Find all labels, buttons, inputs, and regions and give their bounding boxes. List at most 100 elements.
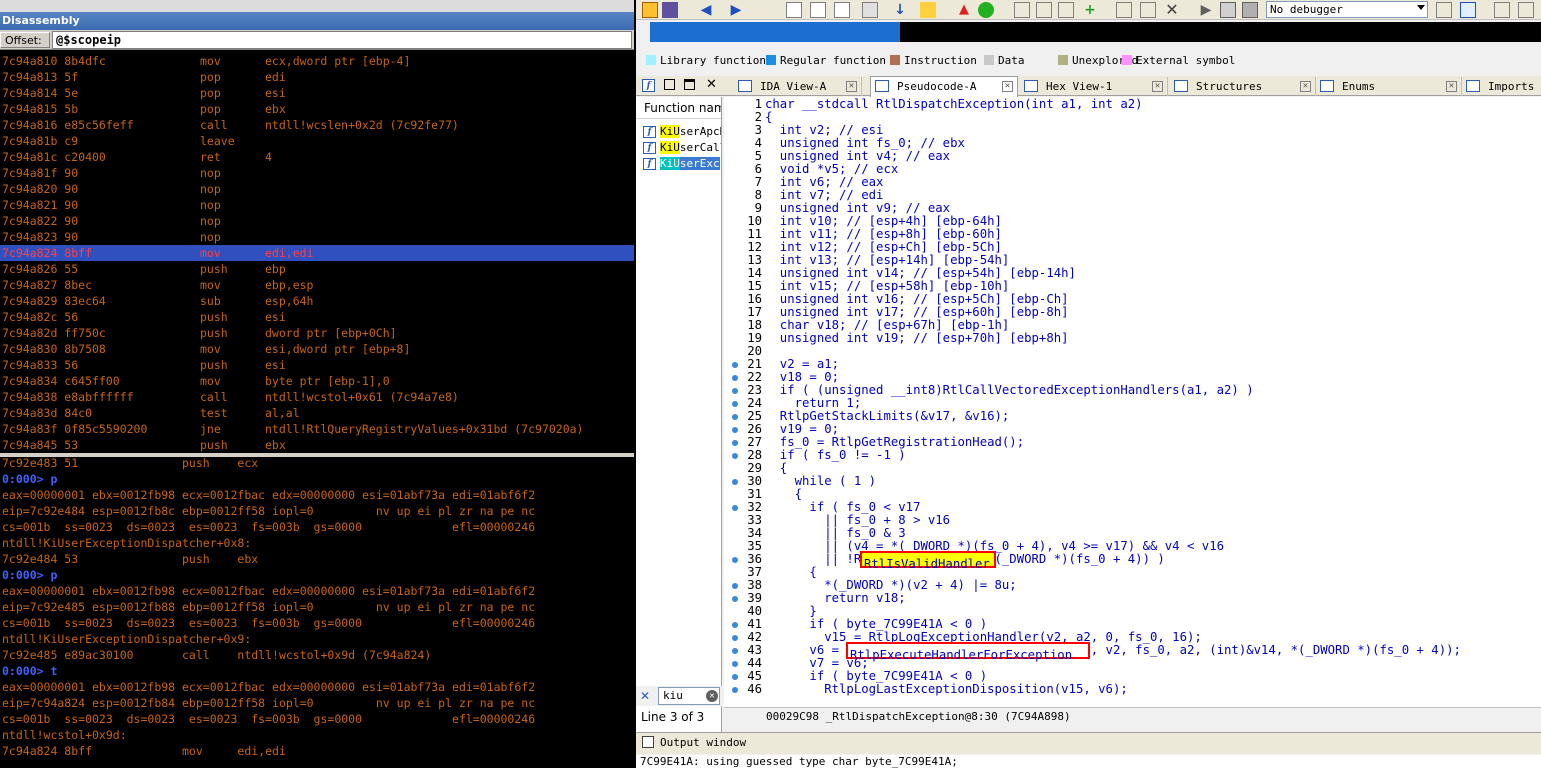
- disassembly-row[interactable]: 7c94a81b c9 leave: [0, 133, 634, 149]
- functions-header[interactable]: Function name: [636, 97, 721, 119]
- breakpoint-dot[interactable]: [732, 401, 738, 407]
- disassembly-row[interactable]: 7c94a827 8bec mov ebp,esp: [0, 277, 634, 293]
- code-line[interactable]: 25 RtlpGetStackLimits(&v17, &v16);: [724, 410, 1541, 423]
- debugger-select[interactable]: No debugger: [1266, 1, 1428, 18]
- code-icon[interactable]: [1014, 2, 1030, 18]
- disassembly-row[interactable]: 7c94a83d 84c0 test al,al: [0, 405, 634, 421]
- breakpoint-dot[interactable]: [732, 583, 738, 589]
- breakpoint-dot[interactable]: [732, 661, 738, 667]
- string-icon[interactable]: [1058, 2, 1074, 18]
- disassembly-row[interactable]: 7c94a829 83ec64 sub esp,64h: [0, 293, 634, 309]
- function-list-item[interactable]: f KiUserExc: [636, 156, 721, 172]
- output-text[interactable]: 7C99E41A: using guessed type char byte_7…: [636, 755, 1541, 768]
- breakpoint-dot[interactable]: [732, 687, 738, 693]
- restore-icon[interactable]: [664, 79, 675, 90]
- breakpoint-dot[interactable]: [732, 375, 738, 381]
- breakpoint-dot[interactable]: [732, 674, 738, 680]
- disassembly-row[interactable]: 7c94a826 55 push ebp: [0, 261, 634, 277]
- disassembly-row[interactable]: 7c94a82c 56 push esi: [0, 309, 634, 325]
- code-line[interactable]: 30 while ( 1 ): [724, 475, 1541, 488]
- disassembly-title[interactable]: Disassembly: [0, 12, 634, 30]
- disassembly-row[interactable]: 7c94a845 53 push ebx: [0, 437, 634, 453]
- disassembly-row[interactable]: 7c94a820 90 nop: [0, 181, 634, 197]
- refresh-icon[interactable]: [1460, 2, 1476, 18]
- add-icon[interactable]: +: [1082, 2, 1098, 18]
- disassembly-row[interactable]: 7c94a810 8b4dfc mov ecx,dword ptr [ebp-4]: [0, 53, 634, 69]
- text-search-icon[interactable]: [810, 2, 826, 18]
- play-icon[interactable]: ▶: [1198, 2, 1214, 18]
- tab-ida-view-a[interactable]: IDA View-A ✕: [734, 77, 862, 96]
- code-line[interactable]: 36 || !RtlIsValidHandler(*(_DWORD *)(fs_…: [724, 553, 1541, 566]
- save-icon[interactable]: [662, 2, 678, 18]
- go-icon[interactable]: [978, 2, 994, 18]
- cube-icon[interactable]: [862, 2, 878, 18]
- open-icon[interactable]: [642, 2, 658, 18]
- disassembly-row[interactable]: 7c94a821 90 nop: [0, 197, 634, 213]
- disassembly-listing[interactable]: 7c94a810 8b4dfc mov ecx,dword ptr [ebp-4] 7…: [0, 53, 634, 453]
- mark-icon[interactable]: [920, 2, 936, 18]
- code-line[interactable]: 28 if ( fs_0 != -1 ): [724, 449, 1541, 462]
- output-window-bar[interactable]: Output window: [636, 732, 1541, 754]
- highlight-executehandler[interactable]: RtlpExecuteHandlerForException: [846, 642, 1090, 662]
- command-output[interactable]: 7c92e483 51 push ecx 0:000> p eax=00000001…: [0, 455, 634, 768]
- pause-icon[interactable]: [1220, 2, 1236, 18]
- code-line[interactable]: 21 v2 = a1;: [724, 358, 1541, 371]
- jump-down-icon[interactable]: ↓: [892, 2, 908, 18]
- disassembly-row[interactable]: 7c94a83f 0f85c5590200 jne ntdll!RtlQueryRe…: [0, 421, 634, 437]
- binary-icon[interactable]: [786, 2, 802, 18]
- function-list-item[interactable]: f KiUserCall: [636, 140, 721, 156]
- tab-enums[interactable]: Enums ✕: [1316, 77, 1462, 96]
- disassembly-row[interactable]: 7c94a838 e8abffffff call ntdll!wcstol+0x61…: [0, 389, 634, 405]
- breakpoint-dot[interactable]: [732, 622, 738, 628]
- disassembly-row[interactable]: 7c94a823 90 nop: [0, 229, 634, 245]
- disassembly-row[interactable]: 7c94a81f 90 nop: [0, 165, 634, 181]
- disassembly-row[interactable]: 7c94a830 8b7508 mov esi,dword ptr [ebp+8]: [0, 341, 634, 357]
- breakpoint-dot[interactable]: [732, 362, 738, 368]
- tab-close-icon[interactable]: ✕: [1152, 81, 1163, 92]
- search-close-icon[interactable]: ✕: [640, 689, 650, 703]
- struct-icon[interactable]: [1140, 2, 1156, 18]
- breakpoint-dot[interactable]: [732, 479, 738, 485]
- breakpoint-dot[interactable]: [732, 427, 738, 433]
- float-icon[interactable]: [684, 79, 695, 90]
- disassembly-row[interactable]: 7c94a82d ff750c push dword ptr [ebp+0Ch]: [0, 325, 634, 341]
- forward-icon[interactable]: ▶: [728, 2, 744, 18]
- pseudocode-view[interactable]: 1 char __stdcall RtlDispatchException(int…: [724, 97, 1541, 707]
- options-icon[interactable]: [1518, 2, 1534, 18]
- tab-close-icon[interactable]: ✕: [1300, 81, 1311, 92]
- close-icon[interactable]: ✕: [706, 77, 717, 92]
- disassembly-row[interactable]: 7c94a816 e85c56feff call ntdll!wcslen+0x2d…: [0, 117, 634, 133]
- data-icon[interactable]: [1036, 2, 1052, 18]
- tab-close-icon[interactable]: ✕: [1002, 81, 1013, 92]
- breakpoint-dot[interactable]: [732, 648, 738, 654]
- code-search-icon[interactable]: [834, 2, 850, 18]
- code-line[interactable]: 46 RtlpLogLastExceptionDisposition(v15, …: [724, 683, 1541, 696]
- disassembly-row[interactable]: 7c94a815 5b pop ebx: [0, 101, 634, 117]
- breakpoint-dot[interactable]: [732, 440, 738, 446]
- tab-close-icon[interactable]: ✕: [846, 81, 857, 92]
- warning-icon[interactable]: ▲: [956, 2, 972, 18]
- breakpoint-dot[interactable]: [732, 635, 738, 641]
- code-line[interactable]: 19 unsigned int v19; // [esp+70h] [ebp+8…: [724, 332, 1541, 345]
- disassembly-row[interactable]: 7c94a813 5f pop edi: [0, 69, 634, 85]
- highlight-validhandler[interactable]: RtlIsValidHandler: [860, 551, 996, 571]
- function-list-item[interactable]: f KiUserApcD: [636, 124, 721, 140]
- tab-imports[interactable]: Imports: [1462, 77, 1541, 96]
- breakpoint-dot[interactable]: [732, 453, 738, 459]
- disassembly-row[interactable]: 7c94a822 90 nop: [0, 213, 634, 229]
- code-line[interactable]: 39 return v18;: [724, 592, 1541, 605]
- breakpoint-dot[interactable]: [732, 557, 738, 563]
- breakpoint-dot[interactable]: [732, 505, 738, 511]
- disassembly-row[interactable]: 7c94a834 c645ff00 mov byte ptr [ebp-1],0: [0, 373, 634, 389]
- tab-pseudocode-a[interactable]: Pseudocode-A ✕: [870, 76, 1018, 97]
- disassembly-row[interactable]: 7c94a824 8bff mov edi,edi: [0, 245, 634, 261]
- disassembly-row[interactable]: 7c94a833 56 push esi: [0, 357, 634, 373]
- code-line[interactable]: 1 char __stdcall RtlDispatchException(int…: [724, 98, 1541, 111]
- breakpoint-dot[interactable]: [732, 414, 738, 420]
- tab-close-icon[interactable]: ✕: [1446, 81, 1457, 92]
- close-x-icon[interactable]: ✕: [1164, 2, 1180, 18]
- graph-icon[interactable]: [1494, 2, 1510, 18]
- disassembly-row[interactable]: 7c94a814 5e pop esi: [0, 85, 634, 101]
- trace-icon[interactable]: [1436, 2, 1452, 18]
- breakpoint-dot[interactable]: [732, 388, 738, 394]
